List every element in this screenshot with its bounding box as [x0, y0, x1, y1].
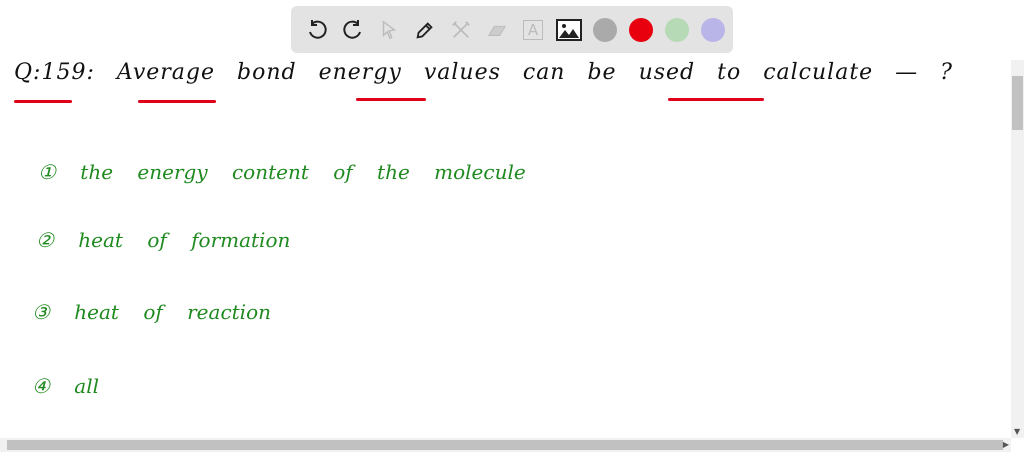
color-gray[interactable]: [587, 12, 623, 48]
option-1: ① the energy content of the molecule: [38, 160, 526, 184]
color-purple[interactable]: [695, 12, 731, 48]
option-4: ④ all: [32, 374, 100, 398]
drawing-toolbar: A: [291, 6, 733, 53]
color-green[interactable]: [659, 12, 695, 48]
eraser-icon[interactable]: [479, 12, 515, 48]
pointer-icon[interactable]: [371, 12, 407, 48]
horizontal-scrollbar[interactable]: ▶: [0, 438, 1011, 452]
option-2: ② heat of formation: [36, 228, 291, 252]
underline-values: [356, 98, 426, 101]
underline-average: [138, 100, 216, 103]
tools-icon[interactable]: [443, 12, 479, 48]
underline-calculate: [668, 98, 764, 101]
underline-q: [14, 100, 72, 103]
color-red[interactable]: [623, 12, 659, 48]
redo-icon[interactable]: [335, 12, 371, 48]
text-icon[interactable]: A: [515, 12, 551, 48]
question-text: Q:159: Average bond energy values can be…: [14, 60, 953, 85]
image-icon[interactable]: [551, 12, 587, 48]
horizontal-scroll-thumb[interactable]: [7, 440, 1003, 450]
option-3: ③ heat of reaction: [32, 300, 271, 324]
undo-icon[interactable]: [299, 12, 335, 48]
vertical-scroll-thumb[interactable]: [1012, 76, 1023, 130]
pen-icon[interactable]: [407, 12, 443, 48]
